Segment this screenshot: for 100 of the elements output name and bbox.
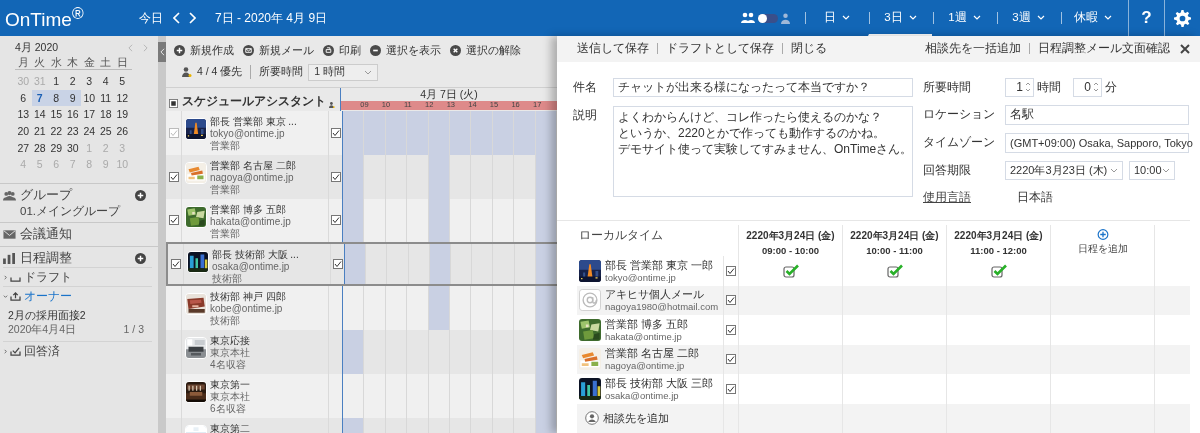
toolbar-button[interactable]: 印刷	[323, 42, 361, 59]
checkbox[interactable]	[332, 259, 343, 270]
calendar-day[interactable]: 26	[114, 123, 131, 140]
calendar-day[interactable]: 20	[15, 123, 32, 140]
tree-item[interactable]: 回答済	[24, 342, 60, 360]
month-label: 4月 2020	[15, 40, 60, 55]
calendar-day[interactable]: 2	[64, 73, 81, 90]
calendar-day[interactable]: 4	[97, 73, 114, 90]
location-field[interactable]: 名駅	[1005, 104, 1189, 125]
printer-icon	[323, 45, 334, 56]
action-link[interactable]: 送信して保存	[577, 43, 657, 55]
tree-item[interactable]: オーナー	[24, 287, 72, 305]
toolbar-button[interactable]: 新規メール	[243, 42, 314, 59]
checkbox[interactable]	[726, 324, 736, 335]
calendar-day[interactable]: 29	[48, 139, 65, 157]
description-field[interactable]: よくわからんけど、コレ作ったら使えるのかな？ というか、2220とかで作っても動作するのかね。 デモサイト使って実験してすみません、OnTimeさん。	[613, 105, 913, 197]
select-all-checkbox[interactable]	[169, 99, 178, 108]
time-select[interactable]: 10:00	[1129, 160, 1175, 180]
language-link[interactable]: 使用言語	[923, 187, 999, 207]
section-title[interactable]: 会議通知	[20, 226, 146, 244]
checkbox[interactable]	[726, 383, 736, 394]
field-label: 説明	[573, 106, 598, 124]
attendee-detail: kobe@ontime.jp	[210, 303, 284, 316]
checkbox[interactable]	[330, 171, 341, 182]
minutes-spinner[interactable]: 0	[1073, 77, 1102, 97]
add-icon[interactable]	[135, 190, 146, 202]
checkbox[interactable]	[726, 354, 736, 365]
collapse-button[interactable]	[158, 42, 166, 62]
toggle-switch[interactable]	[758, 13, 778, 23]
close-icon	[450, 45, 461, 56]
calendar-day[interactable]: 19	[114, 106, 131, 124]
calendar-day[interactable]: 25	[97, 123, 114, 140]
calendar-day[interactable]: 6	[15, 89, 32, 107]
add-slot-button[interactable]: 日程を追加	[1050, 225, 1154, 256]
calendar-day[interactable]: 21	[31, 123, 48, 140]
description-line: というか、2220とかで作っても動作するのかね。	[618, 124, 885, 141]
person-priority-icon	[182, 67, 192, 77]
slot-time: 11:00 - 12:00	[970, 245, 1027, 256]
calendar-day[interactable]: 7	[31, 89, 48, 107]
calendar-day[interactable]: 28	[31, 139, 48, 157]
calendar-day[interactable]: 5	[114, 73, 131, 90]
calendar-day[interactable]: 12	[114, 89, 131, 107]
tree-item[interactable]: ドラフト	[24, 268, 72, 286]
weekday-label: 月	[16, 54, 30, 69]
section-title[interactable]: グループ	[20, 187, 135, 205]
checkbox[interactable]	[726, 265, 736, 276]
checkbox[interactable]	[726, 295, 736, 306]
calendar-day[interactable]: 23	[64, 123, 81, 140]
schedule-row[interactable]: 部長 技術部 大阪 ... osaka@ontime.jp 技術部	[166, 242, 557, 287]
view-tab[interactable]: 1週	[932, 0, 996, 36]
calendar-day[interactable]: 24	[81, 123, 98, 140]
view-tab[interactable]: 休暇	[1060, 0, 1124, 36]
calendar-day[interactable]: 10	[81, 89, 98, 107]
schedule-row[interactable]: 技術部 神戸 四郎 kobe@ontime.jp 技術部	[166, 286, 557, 330]
calendar-day[interactable]: 17	[81, 106, 98, 124]
checkbox[interactable]	[168, 215, 179, 226]
weekday-label: 土	[99, 54, 113, 69]
view-tab[interactable]: 3週	[996, 0, 1060, 36]
section-title[interactable]: 日程調整	[20, 250, 135, 268]
calendar-day[interactable]: 1	[48, 73, 65, 90]
action-link[interactable]: 日程調整メール文面確認	[1029, 43, 1178, 55]
schedule-row[interactable]: 営業部 名古屋 二郎 nagoya@ontime.jp 営業部	[166, 154, 557, 199]
calendar-day[interactable]: 22	[48, 123, 65, 140]
action-link[interactable]: 相談先を一括追加	[917, 43, 1029, 55]
date-select[interactable]: 2220年3月23日 (木)	[1005, 160, 1123, 180]
poll-title[interactable]: 2月の採用面接2	[8, 308, 152, 324]
add-icon[interactable]	[135, 253, 146, 265]
mail-icon	[243, 45, 254, 56]
person-icon	[585, 411, 599, 426]
view-tab[interactable]: 日	[804, 0, 868, 36]
weekday-label: 火	[33, 54, 47, 69]
close-icon[interactable]	[1180, 43, 1190, 54]
hours-spinner[interactable]: 1	[1005, 77, 1034, 97]
calendar-day[interactable]: 14	[31, 106, 48, 124]
toolbar-button[interactable]: 選択を表示	[370, 42, 441, 59]
today-button[interactable]: 今日	[139, 9, 163, 27]
calendar-day[interactable]: 30	[64, 139, 81, 157]
duration-select[interactable]: 1 時間	[308, 63, 379, 81]
checkbox[interactable]	[330, 215, 341, 226]
checkbox[interactable]	[168, 171, 179, 182]
checkbox[interactable]	[170, 259, 181, 270]
group-name[interactable]: 01.メイングループ	[3, 204, 146, 220]
calendar-day[interactable]: 11	[97, 89, 114, 107]
calendar-day[interactable]: 13	[15, 106, 32, 124]
schedule-row[interactable]: 東京第一 東京本社 6名収容	[166, 373, 557, 418]
action-link[interactable]: 閉じる	[782, 43, 835, 55]
toolbar-button[interactable]: 新規作成	[174, 42, 234, 59]
toolbar-button[interactable]: 選択の解除	[450, 42, 521, 59]
calendar-day[interactable]: 16	[64, 106, 81, 124]
people-icon[interactable]	[741, 12, 755, 24]
calendar-day[interactable]: 27	[15, 139, 32, 157]
calendar-day[interactable]: 8	[48, 89, 65, 107]
calendar-day[interactable]: 15	[48, 106, 65, 124]
subject-field[interactable]: チャットが出来る様になったって本当ですか？	[613, 77, 913, 97]
person-icon[interactable]	[781, 12, 790, 24]
action-link[interactable]: ドラフトとして保存	[657, 43, 782, 55]
schedule-row[interactable]: 営業部 博多 五郎 hakata@ontime.jp 営業部	[166, 198, 557, 243]
calendar-day[interactable]: 3	[81, 73, 98, 90]
calendar-day[interactable]: 18	[97, 106, 114, 124]
attendee-detail: tokyo@ontime.jp	[210, 128, 286, 140]
